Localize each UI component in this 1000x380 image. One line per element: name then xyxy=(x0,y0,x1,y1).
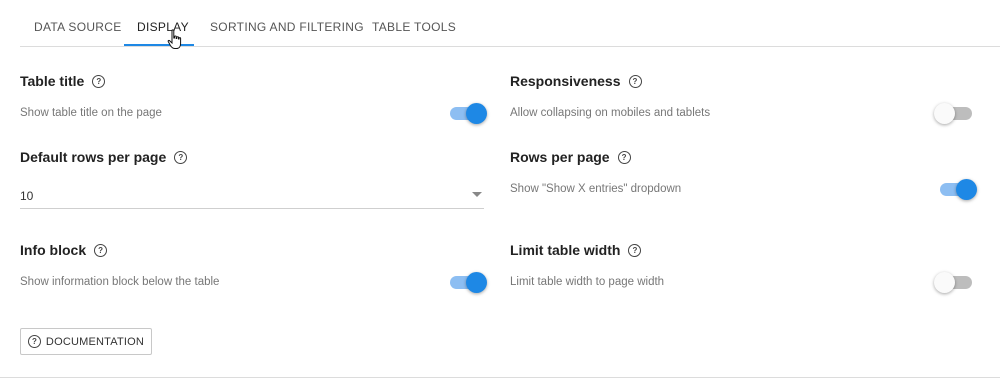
documentation-label: DOCUMENTATION xyxy=(45,335,145,348)
toggle-knob xyxy=(956,179,977,200)
default-rows-heading: Default rows per page ? xyxy=(20,149,188,165)
limit-width-description: Limit table width to page width xyxy=(510,276,665,288)
documentation-button[interactable]: ? DOCUMENTATION xyxy=(20,328,152,355)
limit-width-toggle[interactable] xyxy=(934,270,974,294)
rows-per-page-toggle[interactable] xyxy=(938,177,978,201)
active-tab-indicator xyxy=(124,44,194,46)
default-rows-label: Default rows per page xyxy=(20,149,167,165)
table-title-heading: Table title ? xyxy=(20,73,106,89)
rows-per-page-label: Rows per page xyxy=(510,149,610,165)
table-title-toggle[interactable] xyxy=(448,101,488,125)
rows-per-page-description: Show "Show X entries" dropdown xyxy=(510,183,682,195)
help-circle-icon[interactable]: ? xyxy=(92,74,106,88)
info-block-toggle[interactable] xyxy=(448,270,488,294)
help-circle-icon[interactable]: ? xyxy=(174,150,188,164)
toggle-knob xyxy=(934,272,955,293)
table-title-description: Show table title on the page xyxy=(20,107,162,119)
toggle-knob xyxy=(466,103,487,124)
responsiveness-label: Responsiveness xyxy=(510,73,621,89)
responsiveness-heading: Responsiveness ? xyxy=(510,73,642,89)
help-circle-icon[interactable]: ? xyxy=(94,243,108,257)
tab-sorting-and-filtering[interactable]: SORTING AND FILTERING xyxy=(210,20,364,34)
default-rows-select[interactable]: 10 xyxy=(20,184,484,209)
tab-data-source[interactable]: DATA SOURCE xyxy=(34,20,122,34)
hand-pointer-icon xyxy=(167,29,182,49)
responsiveness-toggle[interactable] xyxy=(934,101,974,125)
rows-per-page-heading: Rows per page ? xyxy=(510,149,631,165)
toggle-knob xyxy=(466,272,487,293)
help-circle-icon[interactable]: ? xyxy=(617,150,631,164)
help-circle-icon[interactable]: ? xyxy=(628,74,642,88)
table-title-label: Table title xyxy=(20,73,85,89)
tab-bar: DATA SOURCE DISPLAY SORTING AND FILTERIN… xyxy=(0,0,1000,49)
limit-width-label: Limit table width xyxy=(510,242,621,258)
info-block-label: Info block xyxy=(20,242,87,258)
help-circle-icon[interactable]: ? xyxy=(628,243,642,257)
default-rows-value: 10 xyxy=(20,189,34,203)
toggle-knob xyxy=(934,103,955,124)
info-block-description: Show information block below the table xyxy=(20,276,220,288)
tab-table-tools[interactable]: TABLE TOOLS xyxy=(372,20,456,34)
info-block-heading: Info block ? xyxy=(20,242,108,258)
help-circle-icon: ? xyxy=(27,335,41,348)
caret-down-icon xyxy=(472,192,482,197)
bottom-divider xyxy=(0,377,1000,378)
limit-width-heading: Limit table width ? xyxy=(510,242,642,258)
responsiveness-description: Allow collapsing on mobiles and tablets xyxy=(510,107,711,119)
